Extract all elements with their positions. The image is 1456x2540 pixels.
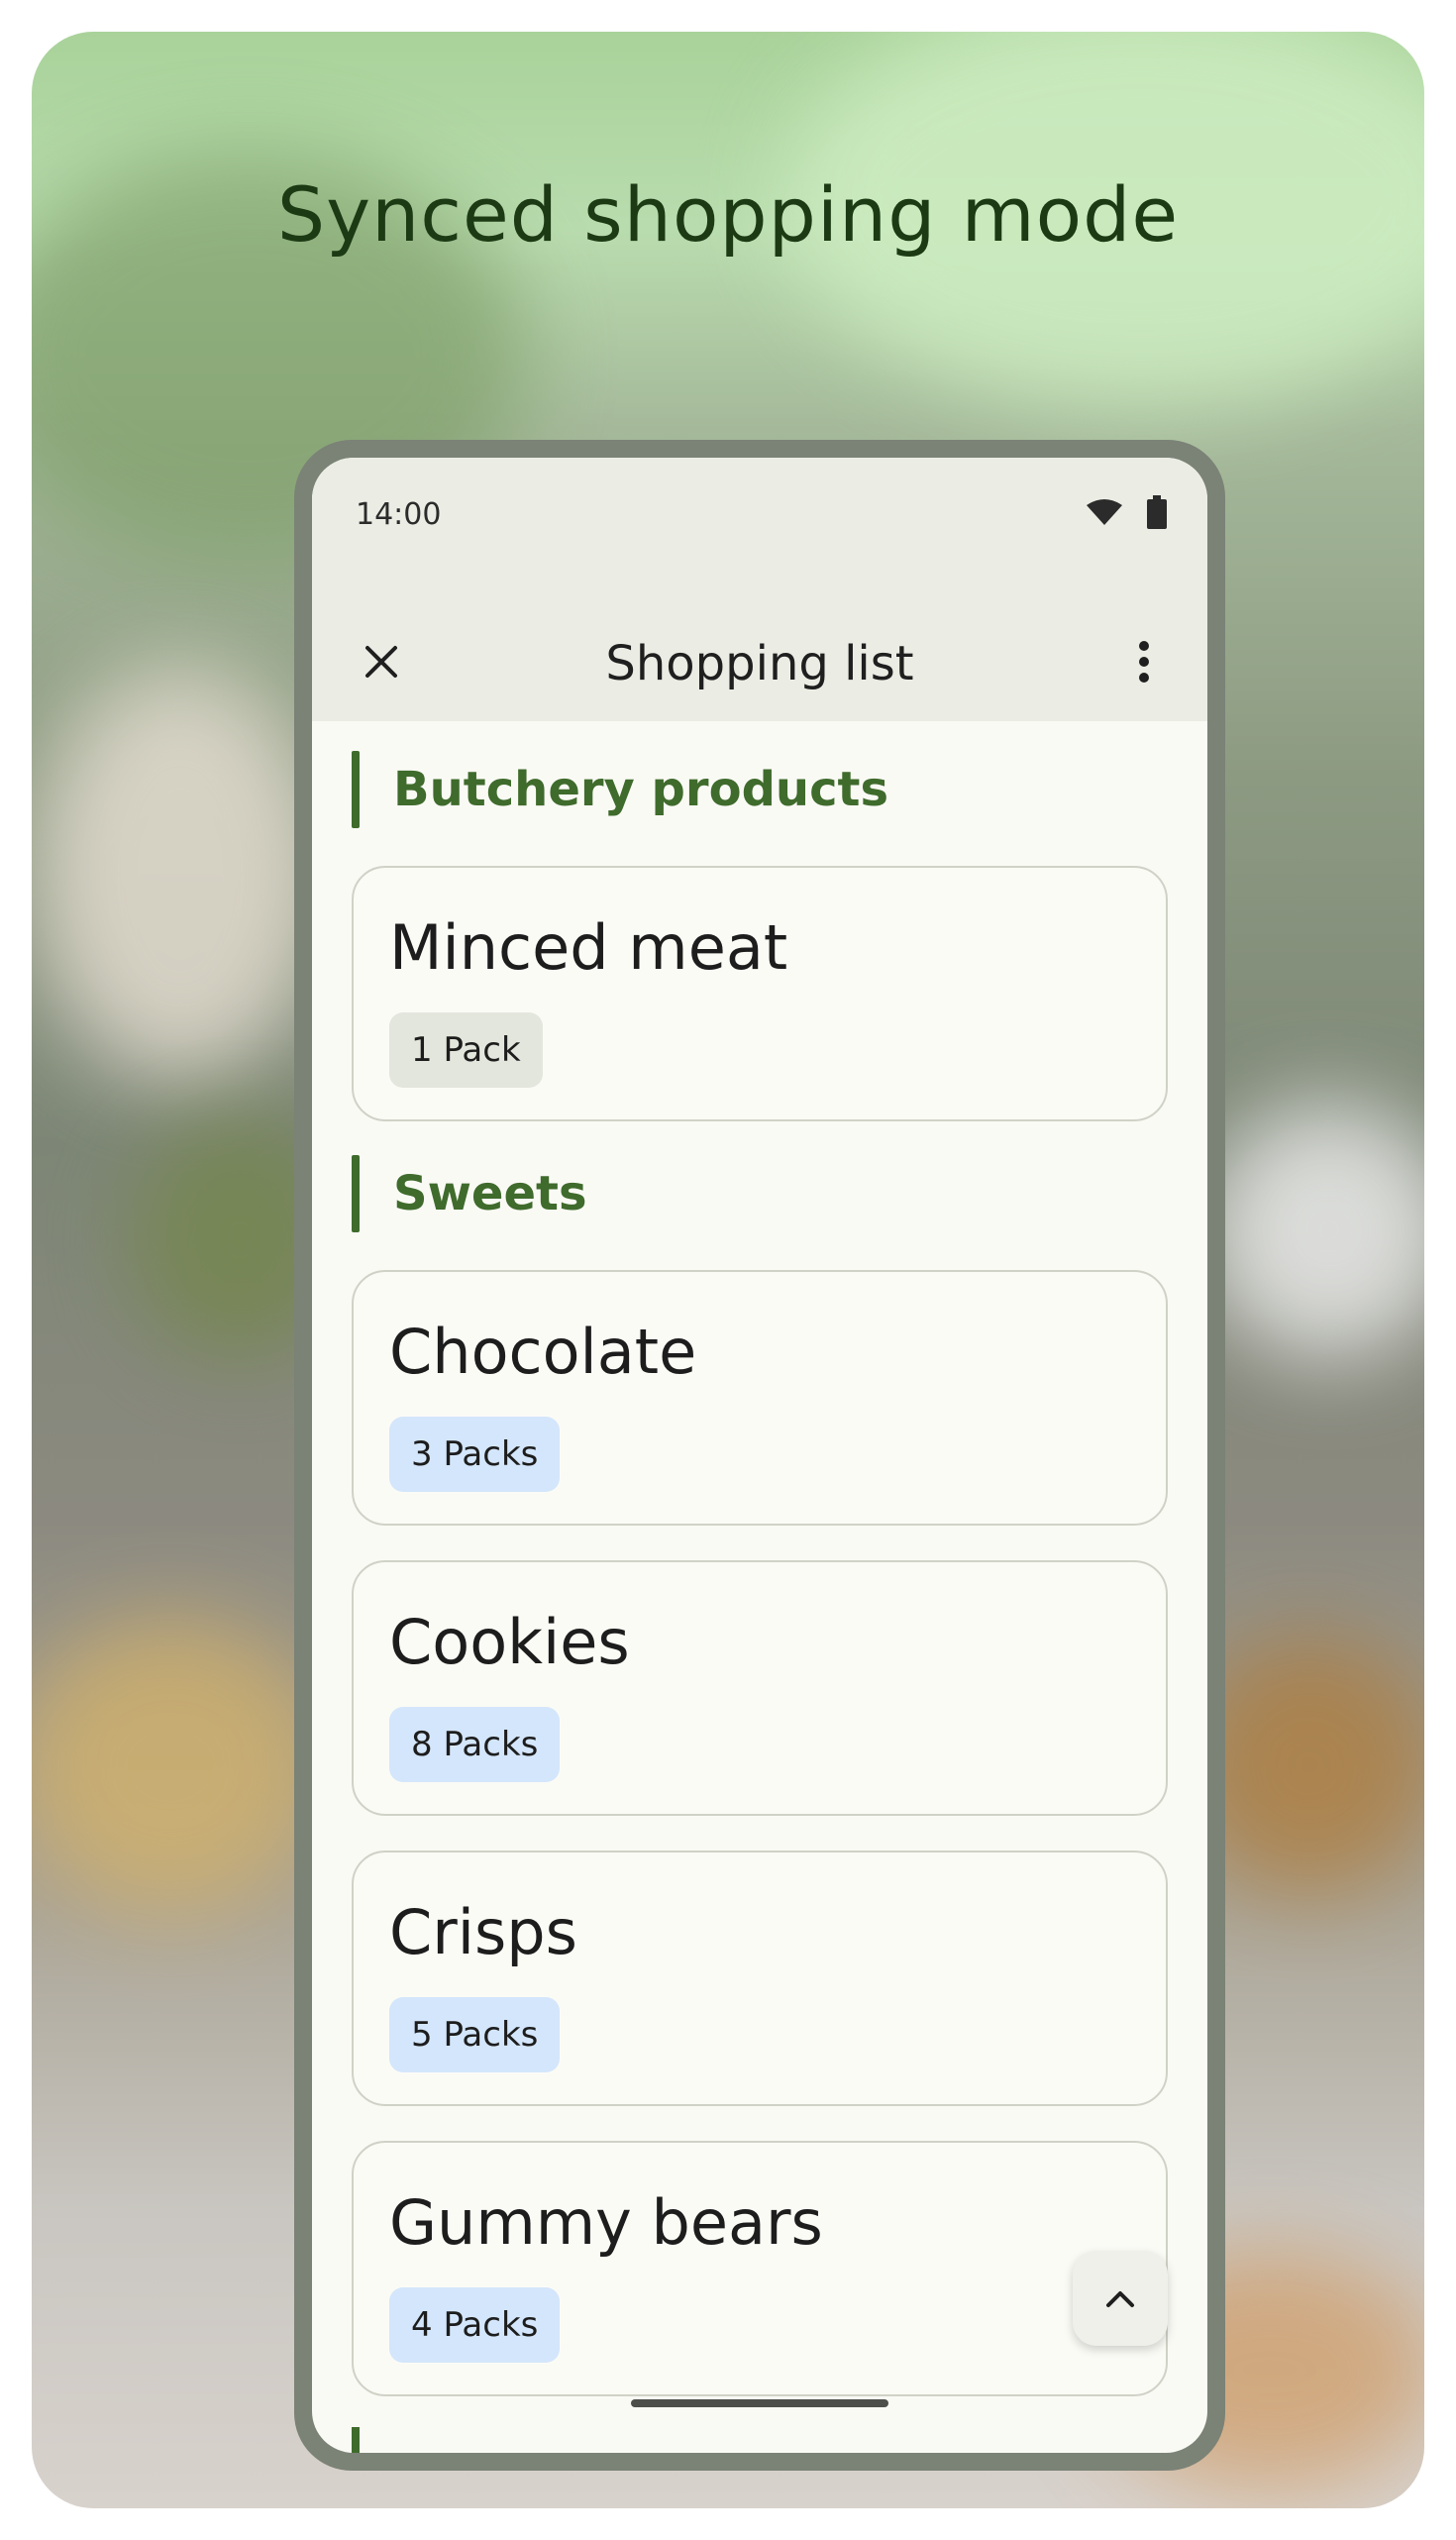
- list-item[interactable]: Cookies 8 Packs: [352, 1560, 1168, 1816]
- background-blur: [32, 1617, 329, 1914]
- top-app-bar: 14:00 Shopping list: [312, 458, 1207, 721]
- section-accent-bar: [352, 2427, 360, 2453]
- list-item[interactable]: Chocolate 3 Packs: [352, 1270, 1168, 1526]
- battery-icon: [1147, 495, 1167, 529]
- section-header-butchery: Butchery products: [352, 751, 888, 828]
- home-indicator[interactable]: [631, 2399, 888, 2407]
- background-blur: [1200, 1102, 1424, 1359]
- quantity-chip: 1 Pack: [389, 1012, 543, 1088]
- list-item[interactable]: Crisps 5 Packs: [352, 1851, 1168, 2106]
- item-name: Chocolate: [389, 1316, 697, 1388]
- item-name: Gummy bears: [389, 2186, 823, 2259]
- status-icons: [1085, 495, 1168, 529]
- item-name: Crisps: [389, 1896, 577, 1968]
- quantity-chip: 5 Packs: [389, 1997, 561, 2072]
- phone-screen: 14:00 Shopping list Butchery products Mi…: [312, 458, 1207, 2453]
- list-item[interactable]: Minced meat 1 Pack: [352, 866, 1168, 1121]
- item-name: Cookies: [389, 1606, 630, 1678]
- scroll-to-top-button[interactable]: [1073, 2251, 1168, 2346]
- list-item[interactable]: Gummy bears 4 Packs: [352, 2141, 1168, 2396]
- section-header-sweets: Sweets: [352, 1155, 587, 1232]
- section-label: Sweets: [393, 1166, 587, 1221]
- quantity-chip: 8 Packs: [389, 1707, 561, 1782]
- promo-title: Synced shopping mode: [276, 170, 1180, 259]
- screen-title: Shopping list: [605, 636, 914, 691]
- phone-frame: 14:00 Shopping list Butchery products Mi…: [294, 440, 1225, 2471]
- next-section-peek: [352, 2427, 393, 2453]
- quantity-chip: 4 Packs: [389, 2287, 561, 2363]
- section-accent-bar: [352, 751, 360, 828]
- promo-card: Synced shopping mode 14:00 Shopping list…: [32, 32, 1424, 2508]
- quantity-chip: 3 Packs: [389, 1417, 561, 1492]
- status-time: 14:00: [356, 497, 442, 532]
- item-name: Minced meat: [389, 911, 788, 984]
- section-accent-bar: [352, 1155, 360, 1232]
- wifi-icon: [1087, 499, 1122, 525]
- more-vert-icon: [1139, 641, 1149, 683]
- background-blur: [32, 666, 329, 1082]
- section-label: Butchery products: [393, 762, 889, 817]
- chevron-up-icon: [1106, 2291, 1134, 2307]
- more-options-button[interactable]: [1114, 632, 1174, 691]
